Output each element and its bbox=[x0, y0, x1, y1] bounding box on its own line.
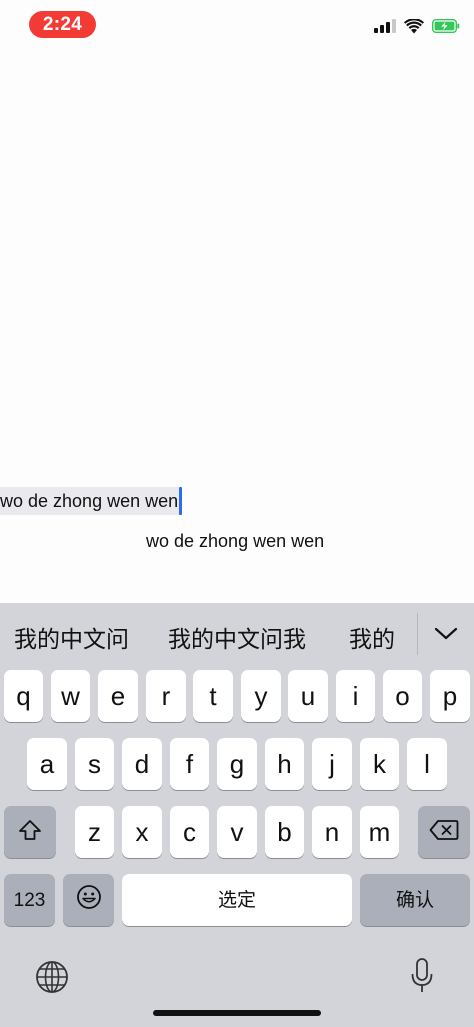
key-c[interactable]: c bbox=[170, 806, 209, 858]
key-g[interactable]: g bbox=[217, 738, 257, 790]
shift-icon bbox=[18, 817, 42, 848]
key-d[interactable]: d bbox=[122, 738, 162, 790]
candidate-3[interactable]: 我的 bbox=[349, 620, 395, 654]
key-f[interactable]: f bbox=[170, 738, 209, 790]
battery-charging-icon bbox=[432, 19, 460, 33]
confirm-key[interactable]: 确认 bbox=[360, 874, 470, 926]
cellular-signal-icon bbox=[374, 19, 396, 33]
chevron-down-icon[interactable] bbox=[428, 619, 464, 649]
key-n[interactable]: n bbox=[312, 806, 352, 858]
microphone-icon[interactable] bbox=[406, 955, 438, 997]
numbers-key[interactable]: 123 bbox=[4, 874, 55, 926]
key-j[interactable]: j bbox=[312, 738, 352, 790]
delete-key[interactable] bbox=[418, 806, 470, 858]
key-h[interactable]: h bbox=[265, 738, 304, 790]
shift-key[interactable] bbox=[4, 806, 56, 858]
wifi-icon bbox=[404, 18, 424, 34]
marked-text[interactable]: wo de zhong wen wen bbox=[0, 487, 180, 515]
candidate-2[interactable]: 我的中文问我 bbox=[168, 620, 306, 654]
echo-text: wo de zhong wen wen bbox=[146, 531, 325, 551]
candidate-1[interactable]: 我的中文问 bbox=[14, 620, 129, 654]
delete-backspace-icon bbox=[429, 817, 459, 848]
key-l[interactable]: l bbox=[407, 738, 447, 790]
key-y[interactable]: y bbox=[241, 670, 281, 722]
key-w[interactable]: w bbox=[51, 670, 90, 722]
key-q[interactable]: q bbox=[4, 670, 43, 722]
key-s[interactable]: s bbox=[75, 738, 114, 790]
candidate-divider bbox=[417, 613, 418, 655]
text-caret bbox=[179, 487, 183, 515]
key-o[interactable]: o bbox=[383, 670, 422, 722]
key-b[interactable]: b bbox=[265, 806, 304, 858]
key-m[interactable]: m bbox=[360, 806, 399, 858]
key-x[interactable]: x bbox=[122, 806, 162, 858]
globe-icon[interactable] bbox=[33, 958, 71, 996]
status-bar: 2:24 bbox=[0, 0, 474, 48]
status-icons bbox=[374, 17, 460, 35]
status-time[interactable]: 2:24 bbox=[29, 11, 96, 38]
key-z[interactable]: z bbox=[75, 806, 114, 858]
key-r[interactable]: r bbox=[146, 670, 186, 722]
space-select-key[interactable]: 选定 bbox=[122, 874, 352, 926]
key-v[interactable]: v bbox=[217, 806, 257, 858]
key-e[interactable]: e bbox=[98, 670, 138, 722]
key-u[interactable]: u bbox=[288, 670, 328, 722]
keyboard: 我的中文问 我的中文问我 我的 q w e r t y u i o p a s … bbox=[0, 603, 474, 1027]
key-k[interactable]: k bbox=[360, 738, 399, 790]
emoji-key[interactable] bbox=[63, 874, 114, 926]
candidate-bar: 我的中文问 我的中文问我 我的 bbox=[0, 603, 474, 665]
key-t[interactable]: t bbox=[193, 670, 233, 722]
key-p[interactable]: p bbox=[430, 670, 470, 722]
text-input-line[interactable]: wo de zhong wen wen bbox=[0, 487, 183, 515]
emoji-icon bbox=[76, 884, 102, 917]
key-i[interactable]: i bbox=[336, 670, 375, 722]
key-a[interactable]: a bbox=[27, 738, 67, 790]
home-indicator[interactable] bbox=[153, 1010, 321, 1016]
